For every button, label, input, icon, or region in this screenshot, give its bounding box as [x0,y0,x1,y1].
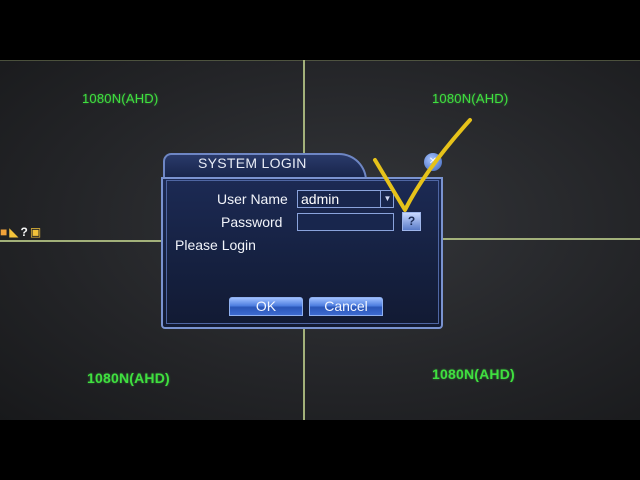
password-label: Password [221,214,283,230]
username-label: User Name [217,191,288,207]
checkmark-annotation-icon [373,118,472,212]
channel-1-label: 1080N(AHD) [82,91,159,106]
cancel-button[interactable]: Cancel [309,297,383,316]
help-icon: ? [20,225,28,239]
dialog-title: SYSTEM LOGIN [198,155,307,171]
ok-button[interactable]: OK [229,297,303,316]
status-icons: ■ ◣ ? ▣ [0,226,41,238]
channel-4-label: 1080N(AHD) [432,366,515,382]
record-icon: ▣ [29,225,42,239]
grid-line-horizontal-right [440,238,640,240]
alarm-icon: ■ [0,225,8,239]
channel-3-label: 1080N(AHD) [87,370,170,386]
motion-icon: ◣ [9,225,19,239]
login-status: Please Login [175,237,256,253]
grid-line-horizontal-left [0,240,165,242]
channel-2-label: 1080N(AHD) [432,91,509,106]
grid-line-top [0,60,640,61]
